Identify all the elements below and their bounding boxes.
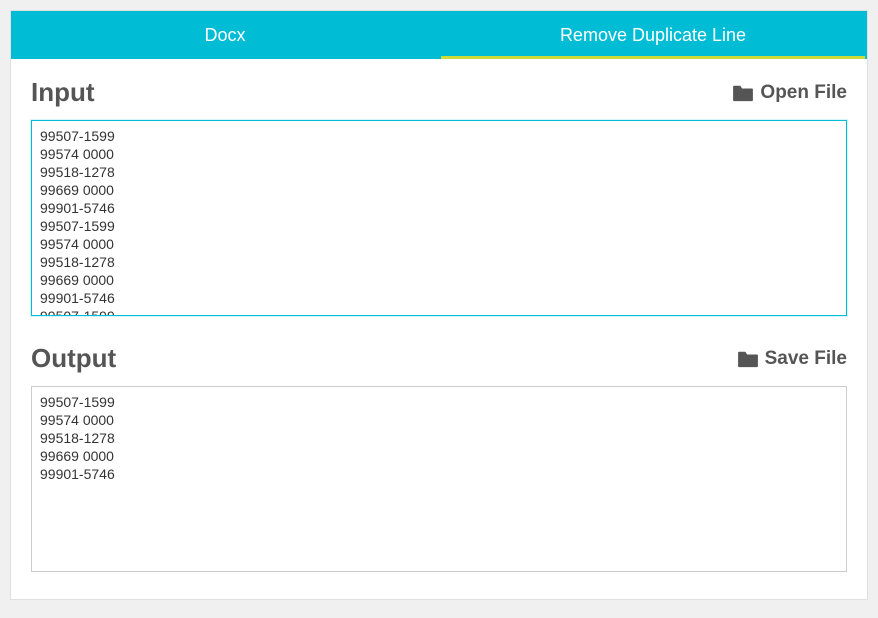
- open-file-label: Open File: [760, 82, 847, 104]
- tab-docx[interactable]: Docx: [11, 11, 439, 59]
- save-file-button[interactable]: Save File: [737, 348, 847, 370]
- content-area: Input Open File Output: [11, 59, 867, 599]
- tab-remove-duplicate-label: Remove Duplicate Line: [560, 25, 746, 46]
- input-textarea[interactable]: [31, 120, 847, 316]
- input-header: Input Open File: [31, 77, 847, 108]
- tab-bar: Docx Remove Duplicate Line: [11, 11, 867, 59]
- save-file-label: Save File: [765, 348, 847, 370]
- folder-icon: [737, 350, 759, 368]
- input-section: Input Open File: [31, 77, 847, 321]
- open-file-button[interactable]: Open File: [732, 82, 847, 104]
- output-header: Output Save File: [31, 343, 847, 374]
- folder-icon: [732, 84, 754, 102]
- output-title: Output: [31, 343, 116, 374]
- output-section: Output Save File: [31, 343, 847, 577]
- tab-docx-label: Docx: [204, 25, 245, 46]
- tab-remove-duplicate-line[interactable]: Remove Duplicate Line: [439, 11, 867, 59]
- app-window: Docx Remove Duplicate Line Input Open Fi…: [10, 10, 868, 600]
- output-textarea[interactable]: [31, 386, 847, 572]
- input-title: Input: [31, 77, 95, 108]
